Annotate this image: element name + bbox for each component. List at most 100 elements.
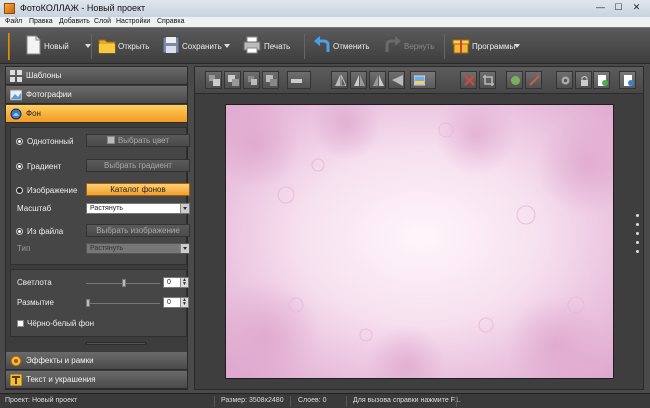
app-logo-icon [4, 3, 15, 14]
text-section-header[interactable]: Текст и украшения [6, 371, 187, 389]
choose-color-button[interactable]: Выбрать цвет [86, 134, 190, 147]
layer-front-icon [209, 75, 220, 86]
blur-input[interactable]: 0 ▲ ▼ [163, 297, 189, 308]
background-catalog-button[interactable]: Каталог фонов [86, 183, 190, 196]
page-settings-button[interactable] [619, 71, 636, 89]
new-document-icon [26, 35, 41, 55]
send-to-back-button[interactable] [262, 71, 279, 89]
text-t-icon [10, 374, 22, 386]
redo-arrow-icon [385, 36, 401, 52]
image-radio[interactable] [16, 187, 23, 194]
flip-left-button[interactable] [331, 71, 348, 89]
chevron-down-icon[interactable] [224, 44, 230, 48]
undo-button[interactable]: Отменить [313, 32, 373, 61]
open-button[interactable]: Открыть [98, 32, 153, 61]
panel-collapse-handle[interactable] [636, 214, 640, 259]
panel-resize-handle[interactable] [86, 342, 146, 345]
brightness-input[interactable]: 0 ▲ ▼ [163, 277, 189, 288]
flip-right-button[interactable] [388, 71, 405, 89]
flip-vertical-button[interactable] [350, 71, 367, 89]
settings-button[interactable] [556, 71, 573, 89]
main-toolbar: Новый Открыть Сохранить Печать Отменить … [0, 27, 650, 64]
mirror-button[interactable] [369, 71, 386, 89]
solid-radio[interactable] [16, 138, 23, 145]
menu-file[interactable]: Файл [5, 17, 22, 26]
layer-forward-icon [228, 75, 239, 86]
effects-section-header[interactable]: Эффекты и рамки [6, 352, 187, 370]
flip-vertical-icon [354, 75, 365, 86]
brightness-slider-thumb[interactable] [122, 279, 126, 287]
spin-arrows-icon[interactable]: ▲ ▼ [180, 298, 188, 307]
menu-help[interactable]: Справка [157, 17, 184, 26]
toolbar-divider [91, 34, 92, 59]
send-backward-button[interactable] [243, 71, 260, 89]
delete-button[interactable] [460, 71, 477, 89]
flip-right-icon [392, 75, 403, 86]
status-divider [346, 396, 347, 407]
print-button[interactable]: Печать [243, 32, 293, 61]
bw-checkbox[interactable] [17, 320, 24, 327]
gradient-radio[interactable] [16, 163, 23, 170]
blur-slider-thumb[interactable] [86, 299, 90, 307]
choose-image-button[interactable]: Выбрать изображение [86, 224, 190, 237]
menu-add[interactable]: Добавить [59, 17, 90, 26]
status-size: Размер: 3508x2480 [221, 397, 284, 404]
status-help: Для вызова справки нажмите F1. [353, 397, 461, 404]
menu-settings[interactable]: Настройки [116, 17, 150, 26]
background-fill-icon [10, 108, 22, 120]
align-icon [291, 79, 302, 83]
fit-dropdown-button[interactable] [410, 71, 436, 89]
gift-box-icon [452, 39, 470, 54]
status-project: Проект: Новый проект [5, 397, 78, 404]
menu-layer[interactable]: Слой [94, 17, 111, 26]
templates-section-header[interactable]: Шаблоны [6, 67, 187, 85]
programs-button[interactable]: Программы [452, 32, 522, 61]
scale-select[interactable]: Растянуть [86, 203, 190, 214]
from-file-radio[interactable] [16, 228, 23, 235]
photos-section-header[interactable]: Фотографии [6, 86, 187, 104]
layer-backward-icon [248, 76, 257, 85]
new-button[interactable]: Новый [24, 32, 94, 61]
maximize-button[interactable]: ☐ [612, 2, 625, 14]
spin-arrows-icon[interactable]: ▲ ▼ [180, 278, 188, 287]
crop-button[interactable] [479, 71, 496, 89]
brush-tool-button[interactable] [525, 71, 542, 89]
background-section-header[interactable]: Фон [6, 105, 187, 123]
align-dropdown-button[interactable] [287, 71, 311, 89]
mirror-icon [373, 75, 384, 86]
menu-edit[interactable]: Правка [29, 17, 53, 26]
crop-icon [483, 75, 494, 86]
title-bar: ФотоКОЛЛАЖ - Новый проект — ☐ ✕ [0, 0, 650, 17]
page-settings-icon [624, 75, 634, 86]
folder-icon [98, 39, 116, 54]
minimize-button[interactable]: — [594, 2, 607, 14]
toolbar-divider [444, 34, 445, 59]
status-divider [456, 396, 457, 407]
adjustments-options: Светлота 0 ▲ ▼ Размытие 0 ▲ ▼ Чёрно-белы… [10, 269, 189, 337]
close-button[interactable]: ✕ [630, 2, 643, 14]
type-select[interactable]: Растянуть [86, 243, 190, 254]
effects-icon [10, 355, 22, 367]
blur-slider[interactable] [86, 303, 160, 304]
undo-arrow-icon [314, 36, 330, 52]
status-divider [290, 396, 291, 407]
redo-button[interactable]: Вернуть [384, 32, 444, 61]
effects-tool-button[interactable] [506, 71, 523, 89]
new-page-button[interactable] [593, 71, 610, 89]
bring-to-front-button[interactable] [205, 71, 222, 89]
bring-forward-button[interactable] [224, 71, 241, 89]
chevron-down-icon[interactable] [514, 44, 520, 48]
lock-button[interactable] [575, 71, 592, 89]
layer-toolbar [195, 67, 643, 94]
editor-area [194, 66, 644, 390]
delete-x-icon [464, 75, 475, 86]
save-button[interactable]: Сохранить [162, 32, 237, 61]
canvas-background-image [226, 105, 613, 378]
flip-left-icon [335, 75, 346, 86]
choose-gradient-button[interactable]: Выбрать градиент [86, 159, 190, 172]
collage-canvas[interactable] [225, 104, 614, 379]
status-divider [214, 396, 215, 407]
new-page-icon [598, 75, 608, 86]
effects-tool-icon [511, 76, 520, 85]
status-bar: Проект: Новый проект Размер: 3508x2480 С… [0, 393, 650, 408]
